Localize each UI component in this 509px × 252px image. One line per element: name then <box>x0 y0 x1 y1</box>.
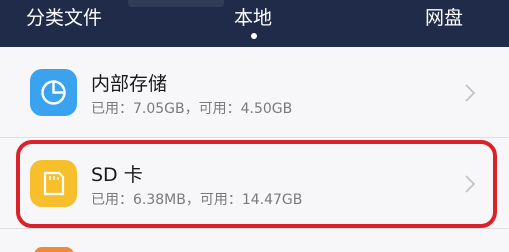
top-tab-bar: 分类文件 本地 网盘 <box>0 0 509 47</box>
pie-chart-icon <box>30 69 77 116</box>
status-indicator <box>128 0 224 7</box>
next-item-icon-peek <box>34 247 74 252</box>
internal-storage-item[interactable]: 内部存储 已用：7.05GB，可用：4.50GB <box>0 47 509 138</box>
divider <box>0 228 509 229</box>
tab-classify-files[interactable]: 分类文件 <box>26 6 102 30</box>
highlight-annotation <box>16 140 497 228</box>
active-tab-indicator <box>251 33 257 39</box>
internal-storage-title: 内部存储 <box>91 73 168 95</box>
tab-cloud-drive[interactable]: 网盘 <box>425 6 463 30</box>
tab-local[interactable]: 本地 <box>234 6 272 30</box>
chevron-right-icon <box>465 84 476 102</box>
internal-storage-usage: 已用：7.05GB，可用：4.50GB <box>91 101 293 117</box>
